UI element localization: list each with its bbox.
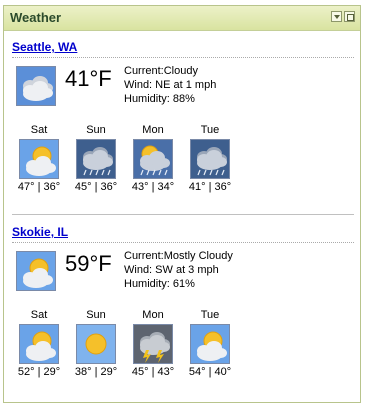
condition-details: Current:Cloudy Wind: NE at 1 mph Humidit…: [124, 64, 216, 106]
current-conditions: 41°F Current:Cloudy Wind: NE at 1 mph Hu…: [12, 58, 354, 114]
forecast-row: Sat 52° | 29° Sun 38° | 29° Mon 45° | 43…: [12, 309, 354, 393]
temp-range: 43° | 34°: [131, 181, 175, 193]
forecast-day: Sun 45° | 36°: [67, 124, 125, 193]
day-name: Mon: [142, 309, 164, 321]
forecast-day: Tue 54° | 40°: [181, 309, 239, 378]
day-name: Sat: [30, 124, 48, 136]
temp-range: 52° | 29°: [17, 366, 61, 378]
day-name: Sat: [30, 309, 48, 321]
mostly-cloudy-icon: [16, 251, 56, 291]
current-temp: 59°F: [65, 251, 112, 276]
temp-range: 54° | 40°: [188, 366, 232, 378]
partly-cloudy-icon: [190, 324, 230, 364]
condition-details: Current:Mostly Cloudy Wind: SW at 3 mph …: [124, 249, 233, 291]
forecast-day: Mon 45° | 43°: [124, 309, 182, 378]
city-link[interactable]: Seattle, WA: [12, 40, 354, 58]
widget-header: Weather: [4, 6, 360, 31]
day-name: Tue: [200, 309, 220, 321]
wind-text: Wind: NE at 1 mph: [124, 79, 217, 91]
forecast-day: Sat 52° | 29°: [10, 309, 68, 378]
day-name: Sun: [86, 124, 106, 136]
location-skokie: Skokie, IL 59°F Current:Mostly Cloudy Wi…: [12, 225, 354, 393]
humidity-text: Humidity: 88%: [124, 93, 195, 105]
day-name: Tue: [200, 124, 220, 136]
day-name: Mon: [142, 124, 164, 136]
chance-of-rain-icon: [133, 139, 173, 179]
temp-range: 41° | 36°: [188, 181, 232, 193]
section-divider: [12, 214, 354, 215]
partly-cloudy-icon: [19, 139, 59, 179]
location-seattle: Seattle, WA 41°F Current:Cloudy Wind: NE…: [12, 40, 354, 208]
temp-range: 45° | 43°: [131, 366, 175, 378]
forecast-day: Mon 43° | 34°: [124, 124, 182, 193]
humidity-text: Humidity: 61%: [124, 278, 195, 290]
current-conditions: 59°F Current:Mostly Cloudy Wind: SW at 3…: [12, 243, 354, 299]
temp-range: 47° | 36°: [17, 181, 61, 193]
rain-icon: [190, 139, 230, 179]
condition-text: Current:Mostly Cloudy: [124, 250, 233, 262]
temp-range: 38° | 29°: [74, 366, 118, 378]
maximize-icon[interactable]: [344, 11, 355, 22]
temp-range: 45° | 36°: [74, 181, 118, 193]
forecast-day: Tue 41° | 36°: [181, 124, 239, 193]
wind-text: Wind: SW at 3 mph: [124, 264, 219, 276]
partly-cloudy-icon: [19, 324, 59, 364]
forecast-day: Sun 38° | 29°: [67, 309, 125, 378]
widget-title: Weather: [10, 10, 62, 25]
condition-text: Current:Cloudy: [124, 65, 198, 77]
forecast-day: Sat 47° | 36°: [10, 124, 68, 193]
rain-icon: [76, 139, 116, 179]
day-name: Sun: [86, 309, 106, 321]
menu-dropdown-icon[interactable]: [331, 11, 342, 22]
current-temp: 41°F: [65, 66, 112, 91]
sunny-icon: [76, 324, 116, 364]
city-link[interactable]: Skokie, IL: [12, 225, 354, 243]
forecast-row: Sat 47° | 36° Sun 45° | 36° Mon 43° | 34…: [12, 124, 354, 208]
weather-widget: Weather Seattle, WA 41°F Current:Cloudy …: [3, 5, 361, 403]
cloudy-icon: [16, 66, 56, 106]
thunderstorm-icon: [133, 324, 173, 364]
